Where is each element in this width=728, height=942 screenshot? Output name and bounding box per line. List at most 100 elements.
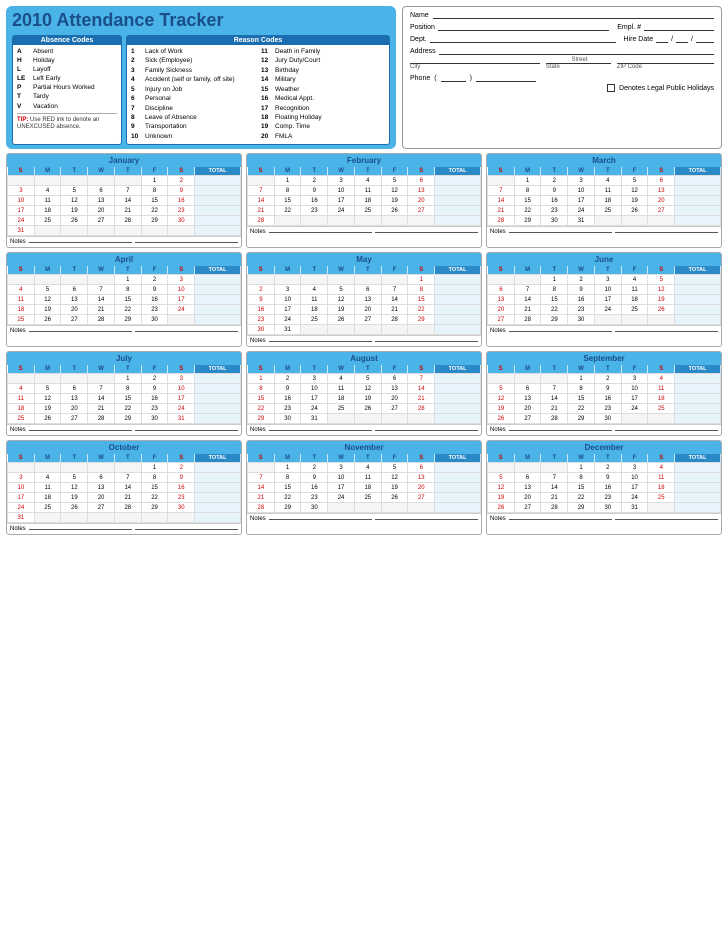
cal-day-cell[interactable]: 24 xyxy=(568,206,595,216)
notes-line[interactable] xyxy=(509,232,612,233)
cal-day-cell[interactable]: 21 xyxy=(248,206,275,216)
cal-day-cell[interactable]: 3 xyxy=(8,186,35,196)
cal-day-cell[interactable]: 3 xyxy=(328,463,355,473)
cal-day-cell[interactable]: 10 xyxy=(168,285,195,295)
cal-day-cell[interactable]: 27 xyxy=(648,206,675,216)
cal-day-cell[interactable]: 23 xyxy=(248,315,275,325)
cal-day-cell[interactable]: 2 xyxy=(274,374,301,384)
notes-line2[interactable] xyxy=(135,242,238,243)
cal-day-cell[interactable]: 24 xyxy=(274,315,301,325)
cal-day-cell[interactable]: 16 xyxy=(568,295,595,305)
cal-day-cell[interactable]: 8 xyxy=(274,473,301,483)
cal-day-cell[interactable]: 24 xyxy=(328,206,355,216)
cal-day-cell[interactable]: 25 xyxy=(34,216,61,226)
cal-day-cell[interactable]: 14 xyxy=(514,295,541,305)
cal-day-cell[interactable]: 9 xyxy=(301,473,328,483)
cal-day-cell[interactable]: 19 xyxy=(34,404,61,414)
cal-day-cell[interactable]: 16 xyxy=(168,483,195,493)
cal-day-cell[interactable]: 25 xyxy=(328,404,355,414)
cal-day-cell[interactable]: 13 xyxy=(61,394,88,404)
cal-day-cell[interactable]: 16 xyxy=(248,305,275,315)
notes-line2[interactable] xyxy=(615,232,718,233)
cal-day-cell[interactable]: 2 xyxy=(248,285,275,295)
cal-day-cell[interactable]: 15 xyxy=(141,483,168,493)
cal-day-cell[interactable]: 10 xyxy=(328,186,355,196)
cal-day-cell[interactable]: 30 xyxy=(141,414,168,424)
cal-day-cell[interactable]: 23 xyxy=(168,206,195,216)
cal-day-cell[interactable]: 10 xyxy=(621,473,648,483)
cal-day-cell[interactable]: 6 xyxy=(488,285,515,295)
cal-day-cell[interactable]: 11 xyxy=(34,483,61,493)
cal-day-cell[interactable]: 31 xyxy=(8,226,35,236)
cal-day-cell[interactable]: 9 xyxy=(301,186,328,196)
cal-day-cell[interactable]: 2 xyxy=(301,176,328,186)
cal-day-cell[interactable]: 14 xyxy=(488,196,515,206)
notes-line2[interactable] xyxy=(375,430,478,431)
cal-day-cell[interactable]: 19 xyxy=(648,295,675,305)
cal-day-cell[interactable]: 13 xyxy=(354,295,381,305)
cal-day-cell[interactable]: 30 xyxy=(541,216,568,226)
cal-day-cell[interactable]: 5 xyxy=(61,186,88,196)
cal-day-cell[interactable]: 17 xyxy=(301,394,328,404)
cal-day-cell[interactable]: 5 xyxy=(61,473,88,483)
cal-day-cell[interactable]: 17 xyxy=(568,196,595,206)
cal-day-cell[interactable]: 14 xyxy=(541,394,568,404)
cal-day-cell[interactable]: 30 xyxy=(594,414,621,424)
cal-day-cell[interactable]: 3 xyxy=(328,176,355,186)
cal-day-cell[interactable]: 9 xyxy=(248,295,275,305)
cal-day-cell[interactable]: 21 xyxy=(88,305,115,315)
notes-line2[interactable] xyxy=(135,529,238,530)
cal-day-cell[interactable]: 30 xyxy=(568,315,595,325)
dept-field[interactable] xyxy=(430,42,616,43)
cal-day-cell[interactable]: 4 xyxy=(648,374,675,384)
cal-day-cell[interactable]: 7 xyxy=(488,186,515,196)
cal-day-cell[interactable]: 8 xyxy=(514,186,541,196)
cal-day-cell[interactable]: 5 xyxy=(34,384,61,394)
cal-day-cell[interactable]: 18 xyxy=(594,196,621,206)
cal-day-cell[interactable]: 4 xyxy=(34,186,61,196)
cal-day-cell[interactable]: 8 xyxy=(114,285,141,295)
cal-day-cell[interactable]: 17 xyxy=(594,295,621,305)
cal-day-cell[interactable]: 25 xyxy=(301,315,328,325)
cal-day-cell[interactable]: 18 xyxy=(8,305,35,315)
cal-day-cell[interactable]: 14 xyxy=(114,196,141,206)
cal-day-cell[interactable]: 26 xyxy=(488,503,515,513)
cal-day-cell[interactable]: 20 xyxy=(408,196,435,206)
notes-line[interactable] xyxy=(509,519,612,520)
cal-day-cell[interactable]: 4 xyxy=(301,285,328,295)
cal-day-cell[interactable]: 2 xyxy=(168,463,195,473)
cal-day-cell[interactable]: 28 xyxy=(88,414,115,424)
cal-day-cell[interactable]: 27 xyxy=(88,216,115,226)
cal-day-cell[interactable]: 3 xyxy=(274,285,301,295)
cal-day-cell[interactable]: 29 xyxy=(568,414,595,424)
notes-line[interactable] xyxy=(29,242,132,243)
cal-day-cell[interactable]: 16 xyxy=(594,394,621,404)
cal-day-cell[interactable]: 5 xyxy=(488,384,515,394)
cal-day-cell[interactable]: 29 xyxy=(248,414,275,424)
cal-day-cell[interactable]: 18 xyxy=(328,394,355,404)
cal-day-cell[interactable]: 4 xyxy=(8,384,35,394)
cal-day-cell[interactable]: 1 xyxy=(141,463,168,473)
cal-day-cell[interactable]: 12 xyxy=(648,285,675,295)
cal-day-cell[interactable]: 28 xyxy=(248,503,275,513)
cal-day-cell[interactable]: 9 xyxy=(594,473,621,483)
cal-day-cell[interactable]: 9 xyxy=(568,285,595,295)
cal-day-cell[interactable]: 10 xyxy=(621,384,648,394)
cal-day-cell[interactable]: 1 xyxy=(114,275,141,285)
cal-day-cell[interactable]: 7 xyxy=(114,186,141,196)
name-field[interactable] xyxy=(433,18,714,19)
cal-day-cell[interactable]: 19 xyxy=(381,483,408,493)
cal-day-cell[interactable]: 7 xyxy=(408,374,435,384)
cal-day-cell[interactable]: 12 xyxy=(354,384,381,394)
cal-day-cell[interactable]: 27 xyxy=(88,503,115,513)
notes-line2[interactable] xyxy=(135,331,238,332)
cal-day-cell[interactable]: 3 xyxy=(621,374,648,384)
cal-day-cell[interactable]: 6 xyxy=(514,473,541,483)
cal-day-cell[interactable]: 19 xyxy=(621,196,648,206)
cal-day-cell[interactable]: 4 xyxy=(34,473,61,483)
cal-day-cell[interactable]: 16 xyxy=(541,196,568,206)
cal-day-cell[interactable]: 8 xyxy=(541,285,568,295)
cal-day-cell[interactable]: 7 xyxy=(114,473,141,483)
cal-day-cell[interactable]: 17 xyxy=(328,196,355,206)
cal-day-cell[interactable]: 22 xyxy=(568,493,595,503)
